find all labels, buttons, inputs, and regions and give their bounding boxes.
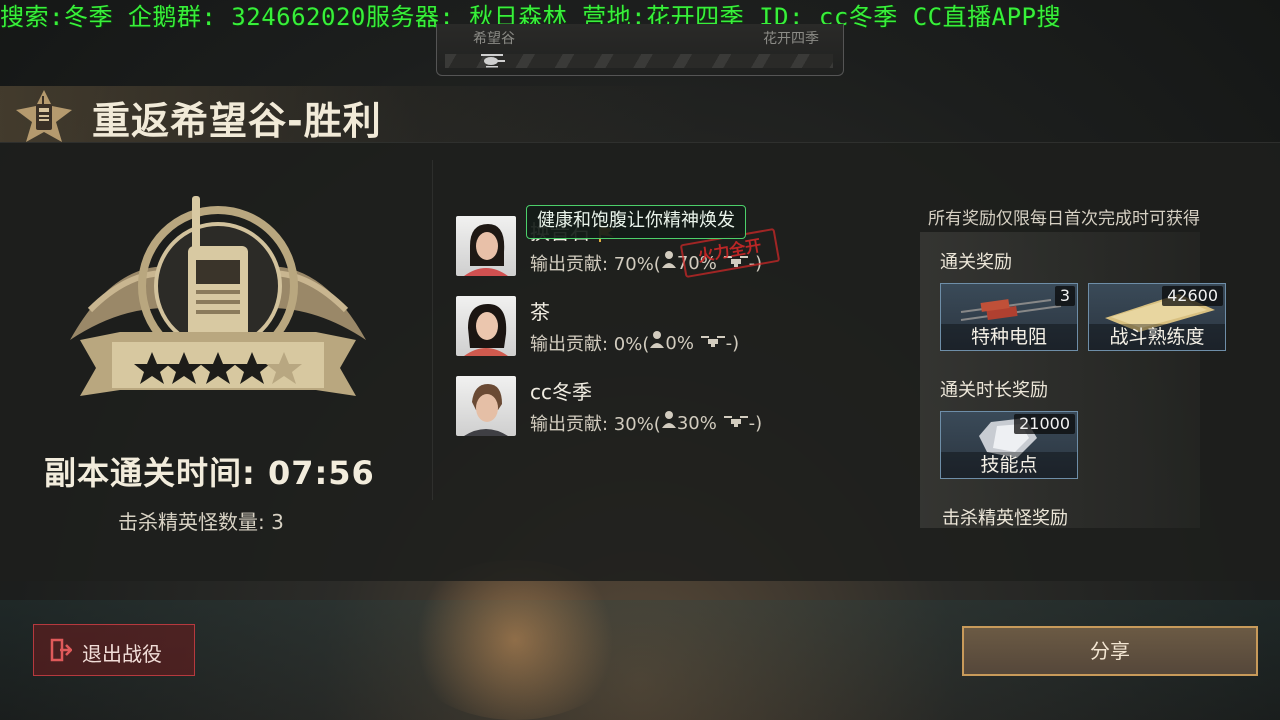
item-name: 技能点 (941, 452, 1077, 478)
elite-reward-label: 击杀精英怪奖励 (942, 508, 1068, 529)
person-icon (650, 331, 665, 348)
player-row: 茶 输出贡献: 0%( 0% -) (456, 296, 816, 358)
reward-item[interactable]: 21000 技能点 (940, 411, 1078, 479)
avatar (456, 216, 516, 276)
reward-item[interactable]: 3 特种电阻 (940, 283, 1078, 351)
exit-battle-button[interactable]: 退出战役 (33, 624, 195, 676)
item-name: 特种电阻 (941, 324, 1077, 350)
stat-tail: -) (725, 332, 740, 354)
route-from-label: 希望谷 (473, 31, 515, 47)
player-stat: 输出贡献: 0%( 0% -) (530, 330, 739, 356)
stat-label: 输出贡献: 0%( (530, 334, 650, 355)
reward-item[interactable]: 42600 战斗熟练度 (1088, 283, 1226, 351)
exit-door-icon (50, 638, 72, 662)
route-bar: 希望谷 花开四季 (436, 24, 844, 76)
helicopter-icon (481, 54, 505, 68)
stat-tail: -) (748, 412, 763, 434)
clear-reward-label: 通关奖励 (940, 252, 1012, 273)
stat-label: 输出贡献: 30%( (530, 414, 661, 435)
stat-share: 30% (676, 412, 717, 434)
status-tooltip: 健康和饱腹让你精神焕发 (526, 205, 746, 239)
clear-time: 副本通关时间: 07:56 (44, 454, 375, 492)
avatar (456, 376, 516, 436)
item-count: 3 (1054, 286, 1075, 306)
item-count: 42600 (1162, 286, 1223, 306)
player-stat: 输出贡献: 30%( 30% -) (530, 410, 762, 436)
victory-badge-icon (70, 196, 366, 396)
player-row: cc冬季 输出贡献: 30%( 30% -) (456, 376, 816, 438)
stat-share: 0% (665, 332, 694, 354)
panel-divider (432, 160, 433, 500)
person-icon (661, 411, 676, 428)
player-name: cc冬季 (530, 380, 592, 404)
stat-label: 输出贡献: 70%( (530, 254, 661, 275)
route-to-label: 花开四季 (763, 31, 819, 47)
radio-emblem-icon (16, 90, 72, 142)
elite-kill-count: 击杀精英怪数量: 3 (118, 510, 284, 534)
player-name: 茶 (530, 300, 550, 324)
avatar (456, 296, 516, 356)
background-blur-shape (400, 560, 630, 720)
time-reward-label: 通关时长奖励 (940, 380, 1048, 401)
person-icon (661, 251, 676, 268)
page-title: 重返希望谷-胜利 (92, 99, 382, 143)
drone-icon (700, 336, 725, 347)
item-name: 战斗熟练度 (1089, 324, 1225, 350)
share-button[interactable]: 分享 (962, 626, 1258, 676)
item-count: 21000 (1014, 414, 1075, 434)
drone-icon (723, 416, 748, 427)
reward-note: 所有奖励仅限每日首次完成时可获得 (928, 209, 1200, 229)
exit-button-label: 退出战役 (82, 642, 162, 666)
